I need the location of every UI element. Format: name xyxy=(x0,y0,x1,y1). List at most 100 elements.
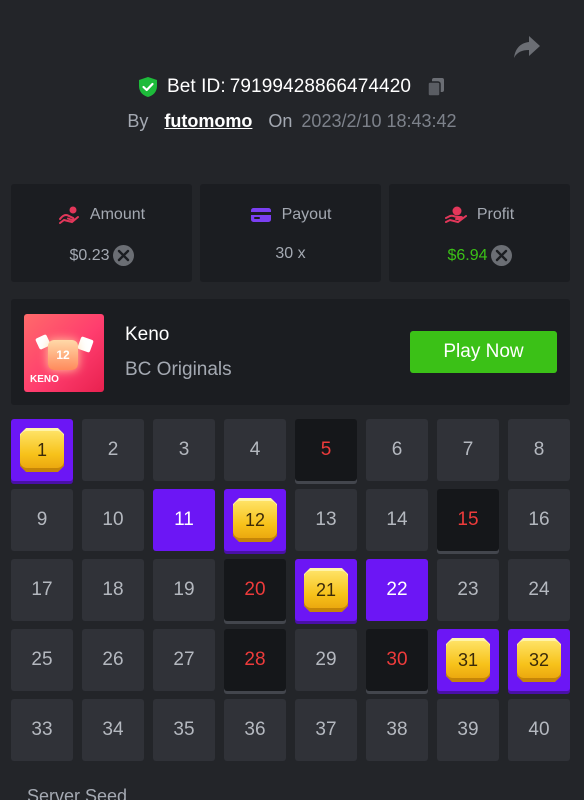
keno-cell-10: 10 xyxy=(82,489,144,551)
game-name: Keno xyxy=(125,324,170,345)
keno-cell-number: 40 xyxy=(528,719,550,740)
keno-cell-number: 1 xyxy=(36,439,47,460)
keno-cell-number: 37 xyxy=(315,719,337,740)
keno-cell-number: 39 xyxy=(457,719,479,740)
keno-cell-number: 16 xyxy=(528,509,550,530)
keno-cell-number: 10 xyxy=(102,509,124,530)
payout-card: Payout 30 x xyxy=(200,184,381,282)
keno-cell-20: 20 xyxy=(224,559,286,621)
keno-cell-number: 21 xyxy=(315,579,337,600)
keno-cell-32: 32 xyxy=(508,629,570,691)
keno-cell-number: 36 xyxy=(244,719,266,740)
keno-cell-number: 5 xyxy=(320,439,332,460)
keno-cell-26: 26 xyxy=(82,629,144,691)
keno-cell-number: 29 xyxy=(315,649,337,670)
amount-value: $0.23 xyxy=(69,246,110,264)
play-now-button[interactable]: Play Now xyxy=(410,331,557,373)
payout-card-icon xyxy=(250,205,272,225)
keno-board: 1 2 3 4 5 6 7 8 9 10 11 12 13 14 15 16 17 18 19 20 21 22 23 24 2… xyxy=(11,419,570,761)
gold-gem-icon: 21 xyxy=(304,568,348,612)
on-label: On xyxy=(268,111,293,131)
keno-cell-number: 3 xyxy=(178,439,190,460)
keno-cell-number: 28 xyxy=(244,649,266,670)
gold-gem-icon: 31 xyxy=(446,638,490,682)
keno-cell-34: 34 xyxy=(82,699,144,761)
keno-cell-number: 12 xyxy=(244,509,266,530)
payout-value: 30 x xyxy=(275,245,306,262)
keno-cell-28: 28 xyxy=(224,629,286,691)
copy-icon[interactable] xyxy=(425,76,447,98)
keno-cell-8: 8 xyxy=(508,419,570,481)
keno-cell-24: 24 xyxy=(508,559,570,621)
keno-cell-number: 4 xyxy=(249,439,261,460)
amount-card: Amount $0.23 xyxy=(11,184,192,282)
keno-cell-29: 29 xyxy=(295,629,357,691)
keno-cell-number: 19 xyxy=(173,579,195,600)
bet-id-label: Bet ID: xyxy=(166,76,226,97)
bet-id-value: 79199428866474420 xyxy=(229,76,412,97)
profit-value: $6.94 xyxy=(447,246,488,264)
currency-coin-icon xyxy=(490,245,512,266)
keno-thumbnail[interactable]: 12 KENO xyxy=(24,314,104,392)
by-label: By xyxy=(127,111,149,131)
keno-cell-number: 9 xyxy=(36,509,48,530)
keno-cell-5: 5 xyxy=(295,419,357,481)
keno-cell-21: 21 xyxy=(295,559,357,621)
gold-gem-icon: 12 xyxy=(233,498,277,542)
keno-cell-31: 31 xyxy=(437,629,499,691)
keno-cell-27: 27 xyxy=(153,629,215,691)
keno-cell-number: 6 xyxy=(391,439,403,460)
keno-cell-1: 1 xyxy=(11,419,73,481)
keno-cell-number: 24 xyxy=(528,579,550,600)
profit-card: Profit $6.94 xyxy=(389,184,570,282)
gold-gem-icon: 32 xyxy=(517,638,561,682)
keno-cell-16: 16 xyxy=(508,489,570,551)
username-link[interactable]: futomomo xyxy=(164,111,252,132)
keno-cell-number: 26 xyxy=(102,649,124,670)
keno-cell-number: 27 xyxy=(173,649,195,670)
keno-cell-37: 37 xyxy=(295,699,357,761)
keno-cell-number: 33 xyxy=(31,719,53,740)
keno-cell-number: 2 xyxy=(107,439,119,460)
keno-cell-25: 25 xyxy=(11,629,73,691)
keno-cell-number: 17 xyxy=(31,579,53,600)
keno-cell-number: 32 xyxy=(528,649,550,670)
keno-cell-9: 9 xyxy=(11,489,73,551)
keno-cell-number: 31 xyxy=(457,649,479,670)
keno-cell-number: 25 xyxy=(31,649,53,670)
keno-cell-13: 13 xyxy=(295,489,357,551)
keno-cell-14: 14 xyxy=(366,489,428,551)
keno-cell-6: 6 xyxy=(366,419,428,481)
keno-cell-number: 14 xyxy=(386,509,408,530)
verified-shield-icon xyxy=(137,76,159,98)
keno-cell-35: 35 xyxy=(153,699,215,761)
keno-cell-11: 11 xyxy=(153,489,215,551)
keno-cell-number: 15 xyxy=(457,509,479,530)
keno-cell-40: 40 xyxy=(508,699,570,761)
keno-cell-4: 4 xyxy=(224,419,286,481)
currency-coin-icon xyxy=(112,245,134,266)
keno-cell-number: 30 xyxy=(386,649,408,670)
keno-cell-number: 11 xyxy=(174,509,194,530)
bet-stats: Amount $0.23 Payout 30 x Profit $6.94 xyxy=(11,184,570,282)
profit-label: Profit xyxy=(476,206,515,223)
bet-meta-row: By futomomo On 2023/2/10 18:43:42 xyxy=(0,111,584,132)
server-seed-label: Server Seed xyxy=(27,786,128,800)
keno-cell-7: 7 xyxy=(437,419,499,481)
game-card: 12 KENO Keno BC Originals Play Now xyxy=(11,299,570,405)
keno-cell-number: 13 xyxy=(315,509,337,530)
keno-cell-number: 23 xyxy=(457,579,479,600)
keno-cell-number: 8 xyxy=(533,439,545,460)
share-icon[interactable] xyxy=(512,34,542,60)
keno-cell-number: 34 xyxy=(102,719,124,740)
keno-cell-18: 18 xyxy=(82,559,144,621)
keno-cell-number: 35 xyxy=(173,719,195,740)
bet-id-row: Bet ID: 79199428866474420 xyxy=(0,76,584,98)
keno-cell-22: 22 xyxy=(366,559,428,621)
bet-datetime: 2023/2/10 18:43:42 xyxy=(301,111,457,131)
thumbnail-tile: 12 xyxy=(48,340,78,370)
keno-cell-33: 33 xyxy=(11,699,73,761)
amount-label: Amount xyxy=(89,206,146,223)
keno-cell-15: 15 xyxy=(437,489,499,551)
keno-cell-12: 12 xyxy=(224,489,286,551)
